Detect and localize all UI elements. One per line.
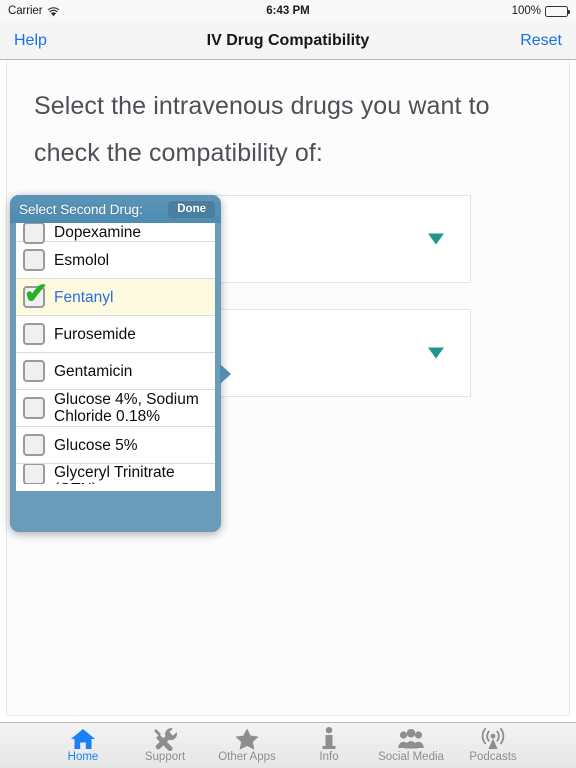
checkbox-icon[interactable]: [23, 434, 45, 456]
status-bar: Carrier 6:43 PM 100%: [0, 0, 576, 22]
checkbox-icon[interactable]: [23, 249, 45, 271]
chevron-down-icon[interactable]: [428, 347, 444, 359]
tab-item-social-media[interactable]: Social Media: [370, 724, 452, 768]
popover-done-button[interactable]: Done: [168, 200, 215, 218]
popover-title: Select Second Drug:: [19, 201, 143, 217]
content-panel: Select the intravenous drugs you want to…: [6, 61, 570, 716]
drug-list-item[interactable]: Gentamicin: [16, 353, 215, 390]
popover-header: Select Second Drug: Done: [10, 195, 221, 223]
wifi-icon: [47, 7, 60, 17]
checkbox-icon[interactable]: [23, 464, 45, 484]
drug-picker-popover: Select Second Drug: Done Dopexamine Esmol…: [10, 195, 231, 532]
drug-list-item[interactable]: Glyceryl Trinitrate (GTN): [16, 464, 215, 484]
checkbox-icon[interactable]: [23, 397, 45, 419]
tab-item-info[interactable]: Info: [288, 724, 370, 768]
tab-item-home[interactable]: Home: [42, 724, 124, 768]
tab-item-support[interactable]: Support: [124, 724, 206, 768]
checkbox-icon[interactable]: [23, 323, 45, 345]
tab-item-label: Support: [144, 750, 186, 763]
tab-item-other-apps[interactable]: Other Apps: [206, 724, 288, 768]
home-icon: [70, 727, 96, 751]
help-button[interactable]: Help: [14, 32, 47, 50]
star-icon: [234, 727, 260, 751]
reset-button[interactable]: Reset: [520, 32, 562, 50]
drug-list-item-label: Gentamicin: [54, 362, 133, 380]
tab-item-label: Social Media: [378, 750, 444, 763]
instruction-headline: Select the intravenous drugs you want to…: [34, 92, 490, 167]
drug-list-item-label: Glucose 5%: [54, 436, 138, 454]
tab-bar: Home Support Other Apps Info Social Media Pod…: [0, 722, 576, 768]
checkbox-icon[interactable]: [23, 360, 45, 382]
info-icon: [320, 726, 338, 751]
battery-full-icon: [545, 5, 570, 17]
drug-list-item[interactable]: Furosemide: [16, 316, 215, 353]
tab-item-label: Podcasts: [469, 750, 517, 763]
page-title: IV Drug Compatibility: [206, 31, 370, 49]
broadcast-icon: [479, 727, 507, 751]
tab-item-label: Info: [319, 750, 339, 763]
drug-list-item-label: Dopexamine: [54, 224, 142, 241]
navigation-bar: Help IV Drug Compatibility Reset: [0, 22, 576, 60]
status-bar-clock: 6:43 PM: [266, 5, 310, 17]
drug-list-item[interactable]: Glucose 4%, Sodium Chloride 0.18%: [16, 390, 215, 427]
drug-list-item[interactable]: Dopexamine: [16, 223, 215, 244]
tab-item-label: Other Apps: [218, 750, 276, 763]
drug-list-item-label: Glucose 4%, Sodium Chloride 0.18%: [54, 391, 199, 425]
checkbox-icon[interactable]: [23, 223, 45, 244]
carrier-label: Carrier: [8, 5, 43, 17]
battery-percent-label: 100%: [511, 5, 541, 17]
drug-list-item-label: Furosemide: [54, 325, 136, 343]
tab-item-label: Home: [67, 750, 99, 763]
tab-item-podcasts[interactable]: Podcasts: [452, 724, 534, 768]
popover-pointer-icon: [220, 364, 231, 384]
drug-list-item-label: Fentanyl: [54, 288, 114, 306]
checkbox-checked-icon[interactable]: ✔: [23, 279, 48, 309]
people-group-icon: [398, 727, 424, 751]
drug-list-item-label: Esmolol: [54, 251, 110, 269]
main-content: Select the intravenous drugs you want to…: [0, 61, 576, 722]
status-bar-left: Carrier: [8, 5, 60, 17]
drug-list-item[interactable]: Glucose 5%: [16, 427, 215, 464]
drug-list-item-label: Glyceryl Trinitrate (GTN): [54, 464, 175, 484]
drug-list-item[interactable]: ✔ Fentanyl: [16, 279, 215, 316]
status-bar-right: 100%: [511, 5, 570, 17]
check-icon: ✔: [23, 278, 49, 310]
drug-list[interactable]: Dopexamine Esmolol ✔ Fentanyl Furosemide Gent…: [16, 223, 215, 491]
chevron-down-icon[interactable]: [428, 233, 444, 245]
wrench-screwdriver-icon: [152, 727, 178, 751]
drug-list-item[interactable]: Esmolol: [16, 242, 215, 279]
